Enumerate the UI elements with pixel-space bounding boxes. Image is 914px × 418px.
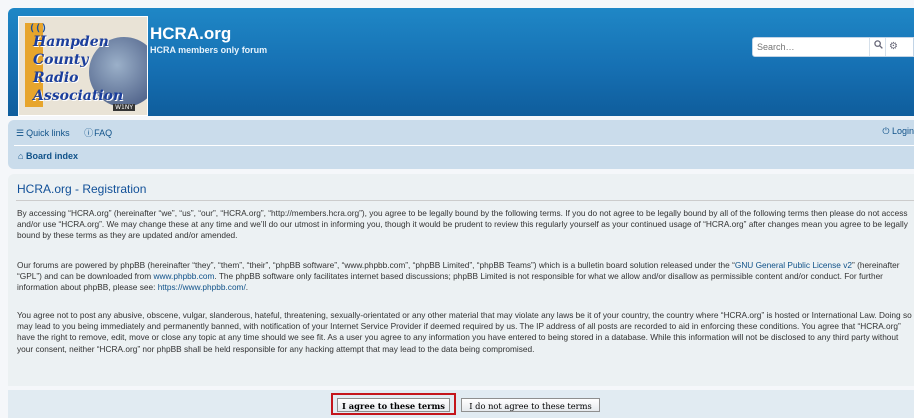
nav-divider bbox=[14, 145, 914, 146]
login-label: Login bbox=[891, 126, 914, 136]
terms-paragraph-3: You agree not to post any abusive, obsce… bbox=[17, 310, 912, 354]
search-box: ⚙ bbox=[752, 37, 914, 57]
nav-links: ☰ Quick links ⓘFAQ bbox=[16, 126, 124, 139]
question-icon: ⓘ bbox=[84, 128, 94, 138]
page-title: HCRA.org - Registration bbox=[17, 182, 147, 196]
faq-label: FAQ bbox=[94, 128, 113, 138]
logo-radio-waves: (() bbox=[29, 23, 48, 34]
phpbb-url-link[interactable]: https://www.phpbb.com/ bbox=[158, 282, 246, 292]
quick-links-label: Quick links bbox=[26, 128, 70, 138]
site-header: (() Hampden County Radio Association W1N… bbox=[8, 8, 914, 116]
registration-panel: HCRA.org - Registration By accessing “HC… bbox=[8, 174, 914, 386]
terms-paragraph-2: Our forums are powered by phpBB (hereina… bbox=[17, 260, 913, 294]
quick-links-menu[interactable]: ☰ Quick links bbox=[16, 128, 76, 138]
agree-button[interactable]: I agree to these terms bbox=[337, 398, 450, 412]
site-logo[interactable]: (() Hampden County Radio Association W1N… bbox=[18, 16, 148, 116]
search-icon bbox=[873, 40, 883, 49]
disagree-button[interactable]: I do not agree to these terms bbox=[461, 398, 600, 412]
home-icon: ⌂ bbox=[18, 151, 24, 161]
power-icon: ⏻ bbox=[882, 126, 890, 136]
title-divider bbox=[16, 200, 914, 201]
terms-paragraph-1: By accessing “HCRA.org” (hereinafter “we… bbox=[17, 208, 908, 241]
phpbb-link[interactable]: www.phpbb.com bbox=[154, 271, 215, 281]
search-input[interactable] bbox=[753, 38, 873, 56]
site-description: HCRA members only forum bbox=[150, 45, 268, 55]
gpl-link[interactable]: GNU General Public License v2 bbox=[735, 260, 852, 270]
p2-text-a: Our forums are powered by phpBB (hereina… bbox=[17, 260, 735, 270]
logo-tag: W1NY bbox=[113, 104, 135, 111]
logo-line-1: Hampden bbox=[33, 34, 109, 50]
nav-bar: ☰ Quick links ⓘFAQ ⏻ Login ⌂ Board index bbox=[8, 120, 914, 169]
gear-icon: ⚙ bbox=[889, 41, 898, 52]
logo-line-4: Association bbox=[33, 88, 124, 104]
board-index-label: Board index bbox=[25, 151, 78, 161]
breadcrumb-board-index[interactable]: ⌂ Board index bbox=[18, 151, 78, 161]
search-button[interactable] bbox=[869, 38, 886, 56]
login-link[interactable]: ⏻ Login bbox=[882, 126, 914, 137]
logo-line-3: Radio bbox=[33, 70, 79, 86]
logo-line-2: County bbox=[33, 52, 89, 68]
faq-link[interactable]: ⓘFAQ bbox=[84, 128, 118, 138]
advanced-search-button[interactable]: ⚙ bbox=[885, 38, 913, 56]
p2-text-d: . bbox=[245, 282, 249, 293]
menu-icon: ☰ bbox=[16, 128, 25, 138]
site-title[interactable]: HCRA.org bbox=[150, 24, 231, 44]
